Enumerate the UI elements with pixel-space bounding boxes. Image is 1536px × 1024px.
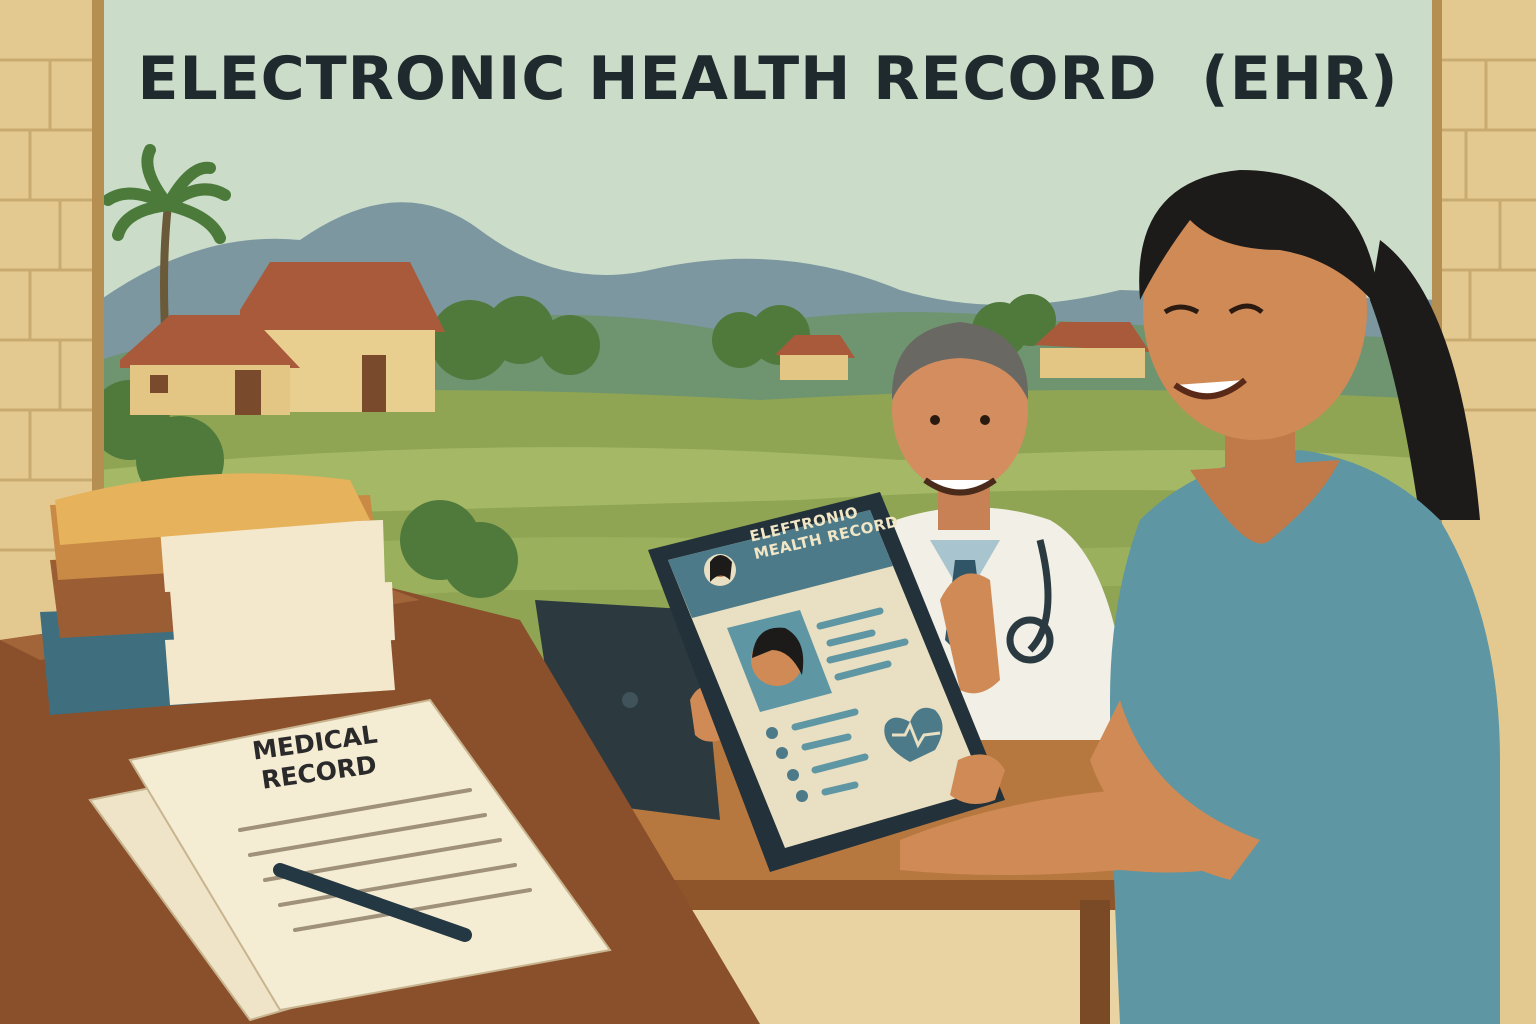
illustration-scene: ELECTRONIC HEALTH RECORD (EHR) MEDICAL R… [0,0,1536,1024]
page-title: ELECTRONIC HEALTH RECORD (EHR) [137,44,1399,114]
book-stack [40,473,395,715]
scene-artwork [0,0,1536,1024]
